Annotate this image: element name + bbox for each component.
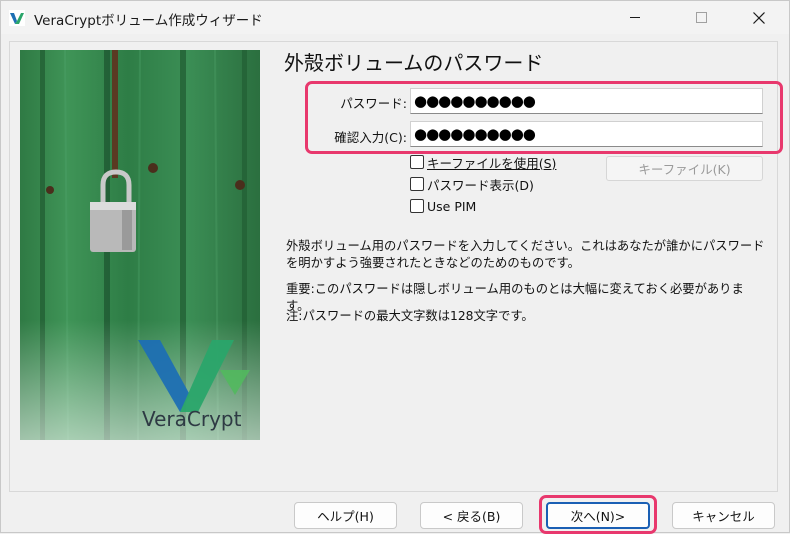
password-fields-highlight: [305, 81, 783, 154]
use-pim-label: Use PIM: [427, 198, 477, 214]
use-keyfiles-checkbox-row[interactable]: キーファイルを使用(S): [410, 153, 556, 171]
page-title: 外殻ボリュームのパスワード: [284, 51, 544, 75]
title-bar[interactable]: VeraCryptボリューム作成ウィザード: [1, 1, 789, 34]
wizard-banner-image: VeraCrypt: [20, 50, 260, 440]
show-password-checkbox-row[interactable]: パスワード表示(D): [410, 175, 534, 193]
info-text-max-length: 注:パスワードの最大文字数は128文字です。: [286, 309, 534, 323]
next-button-highlight: [539, 495, 657, 534]
banner-brand-text: VeraCrypt: [142, 407, 242, 431]
help-button[interactable]: ヘルプ(H): [294, 502, 397, 529]
maximize-icon: [695, 12, 707, 23]
minimize-button[interactable]: [612, 1, 658, 34]
use-pim-checkbox-row[interactable]: Use PIM: [410, 197, 476, 215]
close-icon: [753, 11, 765, 24]
wizard-window: VeraCryptボリューム作成ウィザード VeraCrypt 外殻ボリュームの…: [0, 0, 790, 534]
minimize-icon: [629, 17, 640, 18]
maximize-button[interactable]: [678, 1, 724, 34]
info-text-outer-password: 外殻ボリューム用のパスワードを入力してください。これはあなたが誰かにパスワードを…: [286, 239, 765, 270]
veracrypt-app-icon: [9, 10, 25, 26]
window-title: VeraCryptボリューム作成ウィザード: [34, 13, 263, 29]
use-pim-checkbox[interactable]: [410, 199, 424, 213]
keyfiles-button[interactable]: キーファイル(K): [606, 156, 763, 181]
close-button[interactable]: [736, 1, 782, 34]
show-password-checkbox[interactable]: [410, 177, 424, 191]
back-button[interactable]: < 戻る(B): [420, 502, 523, 529]
use-keyfiles-checkbox[interactable]: [410, 155, 424, 169]
show-password-label: パスワード表示(D): [427, 177, 534, 193]
cancel-button[interactable]: キャンセル: [672, 502, 775, 529]
use-keyfiles-label: キーファイルを使用(S): [427, 155, 557, 171]
